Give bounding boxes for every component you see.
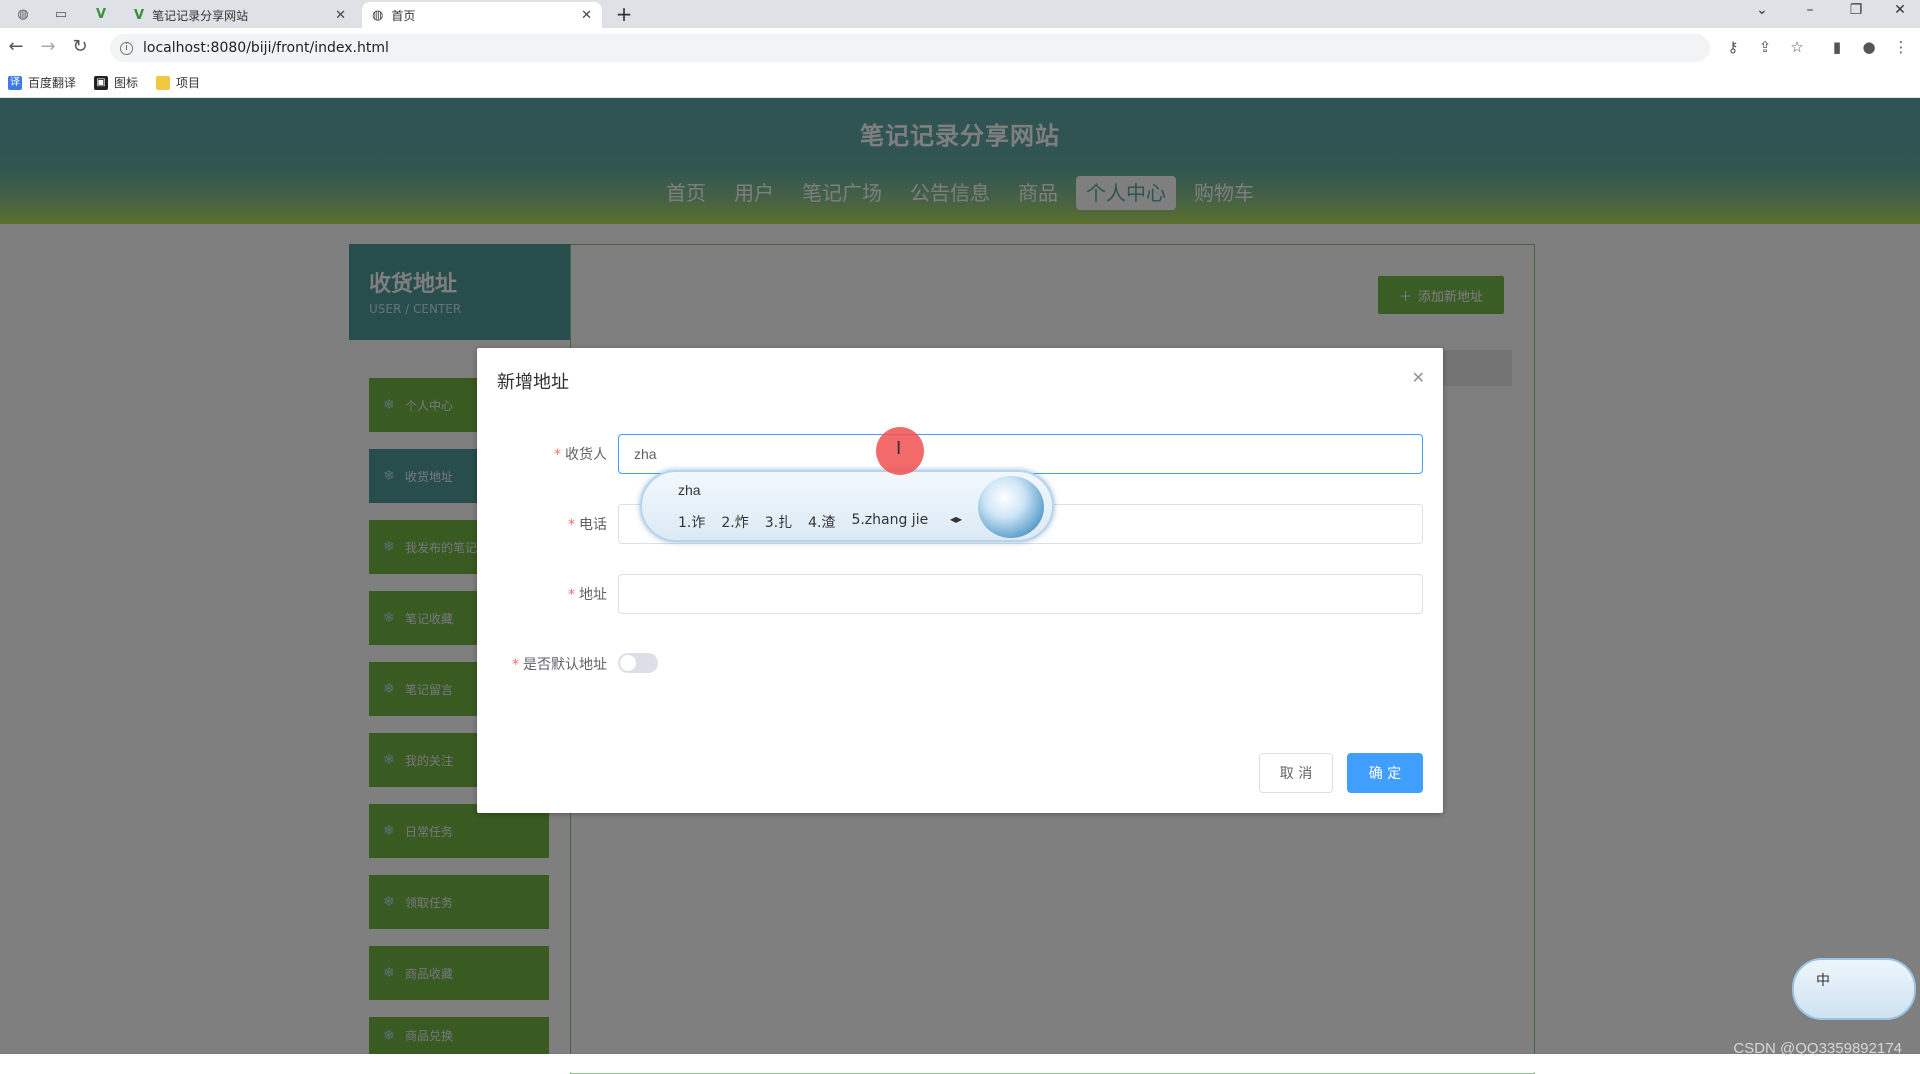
globe-icon: ◍ [372, 7, 384, 23]
switch-knob [620, 655, 636, 671]
required-mark: * [512, 657, 519, 673]
text-cursor-icon: I [896, 438, 902, 459]
dialog-title: 新增地址 [497, 372, 569, 393]
ime-candidate[interactable]: 1.诈 [678, 512, 705, 532]
close-icon[interactable]: ✕ [335, 8, 346, 23]
tab-label: 笔记记录分享网站 [152, 8, 249, 23]
default-address-switch[interactable] [618, 653, 658, 673]
recipient-label: * 收货人 [477, 444, 607, 464]
watermark: CSDN @QQ3359892174 [1733, 1040, 1902, 1057]
window-close-button[interactable]: ✕ [1880, 2, 1920, 18]
bottom-strip [0, 1054, 1920, 1072]
restore-button[interactable]: ❐ [1836, 2, 1876, 18]
default-address-label: * 是否默认地址 [477, 654, 607, 674]
new-tab-button[interactable]: + [612, 2, 636, 26]
phone-label-text: 电话 [579, 517, 607, 533]
address-bar-row: ← → ↻ i localhost:8080/biji/front/index.… [0, 28, 1920, 68]
confirm-button[interactable]: 确 定 [1347, 753, 1423, 793]
info-icon[interactable]: i [120, 41, 133, 55]
bookmark-label: 项目 [176, 76, 201, 90]
cancel-button[interactable]: 取 消 [1259, 753, 1333, 793]
ime-skin-globe-icon [978, 476, 1044, 538]
ime-candidate-window: zha 1.诈 2.炸 3.扎 4.渣 5.zhang jie ◂▸ [640, 470, 1054, 542]
required-mark: * [568, 517, 575, 533]
ime-candidate[interactable]: 5.zhang jie [851, 512, 928, 532]
vue-icon[interactable]: V [84, 2, 118, 26]
close-icon[interactable]: ✕ [1412, 368, 1425, 387]
bookmark-project[interactable]: 项目 [156, 74, 200, 91]
recipient-label-text: 收货人 [565, 447, 607, 463]
globe-icon[interactable]: ◍ [6, 2, 40, 26]
tab-label: 首页 [391, 8, 416, 23]
profile-icon[interactable]: ● [1858, 38, 1880, 56]
share-icon[interactable]: ⇪ [1754, 38, 1776, 56]
address-label: * 地址 [477, 584, 607, 604]
sidepanel-icon[interactable]: ▮ [1826, 38, 1848, 56]
bookmark-label: 百度翻译 [28, 76, 77, 90]
tab-search-icon[interactable]: ⌄ [1742, 2, 1782, 18]
close-icon[interactable]: ✕ [581, 8, 592, 23]
key-icon[interactable]: ⚷ [1722, 38, 1744, 56]
bookmark-icons[interactable]: ▣ 图标 [94, 74, 138, 91]
ime-candidate[interactable]: 3.扎 [765, 512, 792, 532]
tab-home[interactable]: ◍ 首页 ✕ [362, 2, 602, 28]
phone-label: * 电话 [477, 514, 607, 534]
browser-tab-strip: ◍ ▭ V V 笔记记录分享网站 ✕ ◍ 首页 ✕ + ⌄ – ❐ ✕ [0, 0, 1920, 28]
reload-icon[interactable]: ↻ [68, 36, 92, 57]
forward-icon[interactable]: → [36, 36, 60, 57]
required-mark: * [554, 447, 561, 463]
ime-mode-label: 中 [1816, 973, 1830, 989]
ime-candidates: 1.诈 2.炸 3.扎 4.渣 5.zhang jie [678, 512, 928, 532]
url-text: localhost:8080/biji/front/index.html [143, 40, 389, 56]
ime-composition: zha [678, 482, 701, 498]
ime-status-widget[interactable]: 中 [1792, 958, 1916, 1020]
image-icon: ▣ [94, 75, 109, 90]
ime-candidate[interactable]: 2.炸 [721, 512, 748, 532]
bookmark-label: 图标 [114, 76, 139, 90]
menu-icon[interactable]: ⋮ [1890, 38, 1912, 56]
required-mark: * [568, 587, 575, 603]
default-address-label-text: 是否默认地址 [523, 657, 607, 673]
address-label-text: 地址 [579, 587, 607, 603]
bookmark-baidu-translate[interactable]: 译 百度翻译 [8, 74, 76, 91]
minimize-button[interactable]: – [1790, 2, 1830, 18]
ime-candidate[interactable]: 4.渣 [808, 512, 835, 532]
back-icon[interactable]: ← [4, 36, 28, 57]
tab-notes-site[interactable]: V 笔记记录分享网站 ✕ [124, 2, 356, 28]
star-icon[interactable]: ☆ [1786, 38, 1808, 56]
folder-icon [156, 75, 171, 90]
translate-icon: 译 [8, 75, 22, 90]
recipient-input[interactable]: zha [618, 434, 1423, 474]
bookmarks-bar: 译 百度翻译 ▣ 图标 项目 [0, 68, 1920, 98]
address-input[interactable] [618, 574, 1423, 614]
url-field[interactable]: i localhost:8080/biji/front/index.html [110, 34, 1710, 62]
ime-page-arrows-icon[interactable]: ◂▸ [950, 512, 962, 526]
vue-icon: V [134, 7, 145, 23]
blank-tab-icon[interactable]: ▭ [44, 2, 78, 26]
add-address-dialog: 新增地址 ✕ * 收货人 zha * 电话 * 地址 * 是否默认地址 取 消 确 定 [477, 348, 1443, 813]
